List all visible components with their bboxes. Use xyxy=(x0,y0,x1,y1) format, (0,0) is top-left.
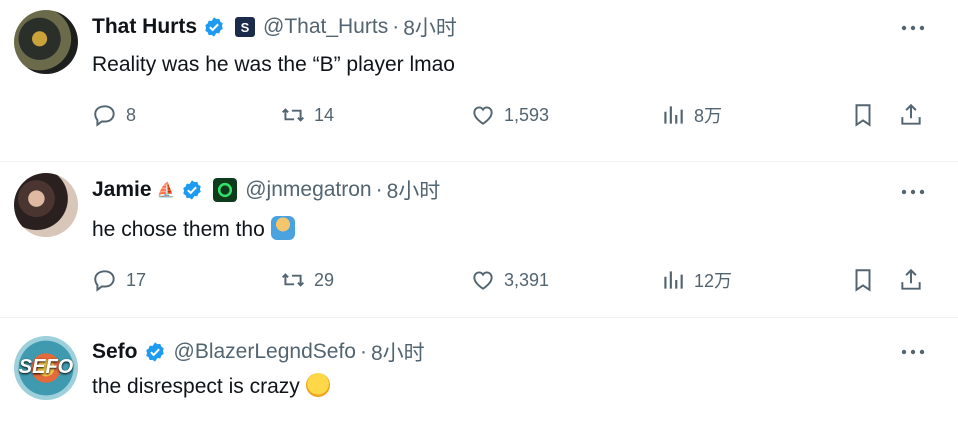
like-count: 3,391 xyxy=(504,269,550,290)
bookmark-icon xyxy=(855,269,871,292)
tweet-text: the disrespect is crazy xyxy=(92,373,330,399)
like-button[interactable]: 1,593 xyxy=(470,102,549,128)
tweet[interactable]: Jamie ⛵ @jnmegatron · 8小时 he chose them … xyxy=(0,162,958,318)
separator: · xyxy=(392,15,400,38)
avatar[interactable] xyxy=(14,10,78,74)
affiliate-badge-icon[interactable] xyxy=(213,178,238,202)
more-options-icon[interactable] xyxy=(900,24,926,32)
heart-icon xyxy=(473,271,493,290)
tweet-header: Sefo @BlazerLegndSefo · 8小时 xyxy=(92,337,425,367)
timestamp[interactable]: 8小时 xyxy=(371,337,425,367)
views-button[interactable]: 12万 xyxy=(660,267,732,293)
tweet-header: Jamie ⛵ @jnmegatron · 8小时 xyxy=(92,175,440,205)
display-name[interactable]: That Hurts xyxy=(92,15,197,39)
more-options-icon[interactable] xyxy=(900,188,926,196)
retweet-button[interactable]: 14 xyxy=(280,102,334,128)
tweet-text: he chose them tho xyxy=(92,216,295,242)
share-icon xyxy=(901,268,921,290)
tweet-text: Reality was he was the “B” player lmao xyxy=(92,53,455,76)
tweet[interactable]: That Hurts S @That_Hurts · 8小时 Reality w… xyxy=(0,0,958,162)
views-icon xyxy=(664,271,683,289)
like-button[interactable]: 3,391 xyxy=(470,267,549,293)
display-name[interactable]: Jamie xyxy=(92,178,152,202)
tweet[interactable]: SEFO Sefo @BlazerLegndSefo · 8小时 the dis… xyxy=(0,318,958,421)
shrug-emoji-icon xyxy=(270,216,295,240)
avatar[interactable] xyxy=(14,173,78,237)
timestamp[interactable]: 8小时 xyxy=(403,12,457,42)
avatar-logo-text: SEFO xyxy=(18,356,74,378)
retweet-count: 29 xyxy=(314,269,335,290)
more-options-icon[interactable] xyxy=(900,348,926,356)
views-icon xyxy=(664,106,683,124)
display-name[interactable]: Sefo xyxy=(92,340,138,364)
crying-face-emoji-icon xyxy=(305,373,330,397)
separator: · xyxy=(375,178,383,201)
bookmark-button[interactable] xyxy=(850,102,876,128)
action-bar: 8 14 1,593 8万 xyxy=(92,102,942,132)
heart-icon xyxy=(473,106,493,125)
separator: · xyxy=(359,340,367,363)
retweet-count: 14 xyxy=(314,104,335,125)
sailboat-icon: ⛵ xyxy=(156,182,176,199)
affiliate-badge-icon[interactable]: S xyxy=(235,17,255,37)
view-count: 8万 xyxy=(694,106,723,126)
reply-count: 8 xyxy=(126,104,137,125)
handle: @jnmegatron xyxy=(245,178,372,201)
verified-badge-icon xyxy=(145,342,164,362)
like-count: 1,593 xyxy=(504,104,550,125)
reply-icon xyxy=(94,105,115,127)
view-count: 12万 xyxy=(694,271,733,291)
reply-button[interactable]: 8 xyxy=(92,102,136,128)
avatar[interactable]: SEFO xyxy=(14,336,78,400)
handle: @BlazerLegndSefo xyxy=(173,340,356,363)
reply-feed: That Hurts S @That_Hurts · 8小时 Reality w… xyxy=(0,0,958,421)
retweet-icon xyxy=(282,273,304,287)
share-button[interactable] xyxy=(898,102,924,128)
action-bar: 17 29 3,391 12万 xyxy=(92,267,942,297)
bookmark-button[interactable] xyxy=(850,267,876,293)
verified-badge-icon xyxy=(205,17,223,37)
timestamp[interactable]: 8小时 xyxy=(387,175,441,205)
share-button[interactable] xyxy=(898,267,924,293)
handle: @That_Hurts xyxy=(263,15,389,38)
reply-button[interactable]: 17 xyxy=(92,267,146,293)
reply-icon xyxy=(94,270,115,292)
reply-count: 17 xyxy=(126,269,147,290)
bookmark-icon xyxy=(855,104,871,127)
share-icon xyxy=(901,103,921,125)
tweet-header: That Hurts S @That_Hurts · 8小时 xyxy=(92,12,457,42)
views-button[interactable]: 8万 xyxy=(660,102,722,128)
retweet-button[interactable]: 29 xyxy=(280,267,334,293)
verified-badge-icon xyxy=(183,180,201,200)
retweet-icon xyxy=(282,108,304,122)
